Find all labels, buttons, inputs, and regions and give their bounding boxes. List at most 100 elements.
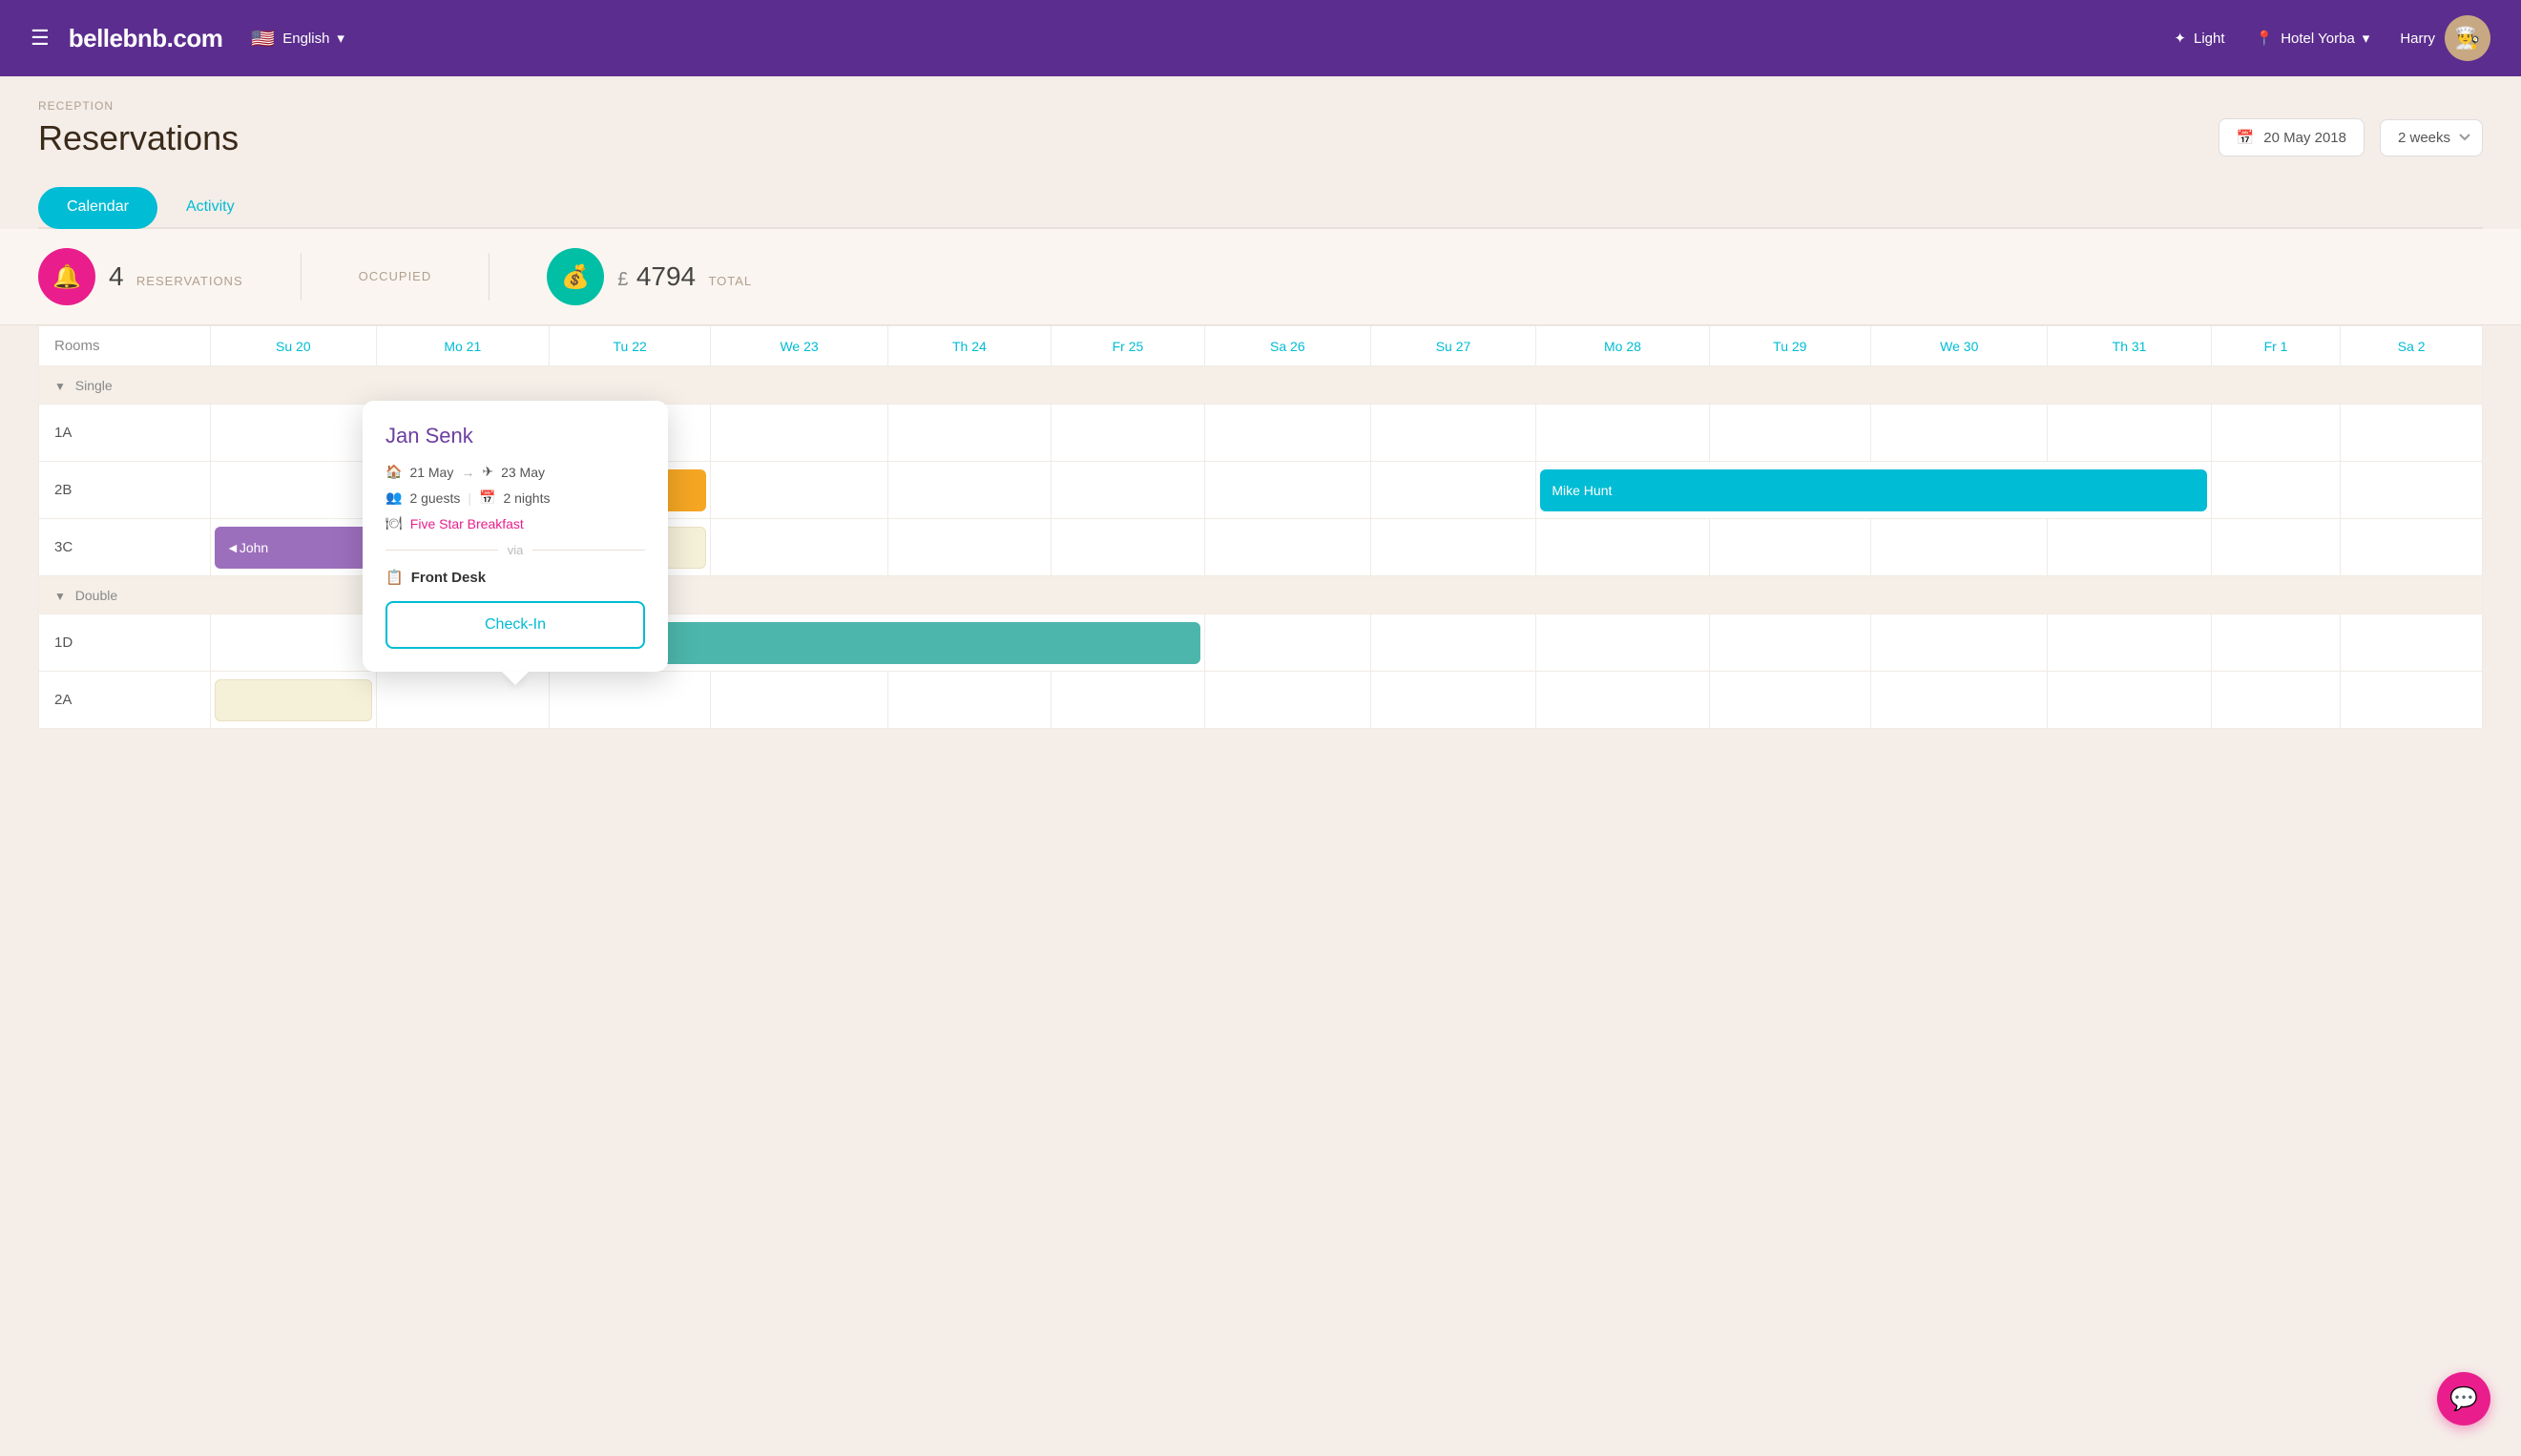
cell-2b-su27[interactable] xyxy=(1370,462,1536,519)
cell-2a-sa26[interactable] xyxy=(1204,672,1370,729)
menu-icon[interactable]: ☰ xyxy=(31,28,50,49)
reservations-icon: 🔔 xyxy=(38,248,95,305)
cell-2a-we30[interactable] xyxy=(1871,672,2048,729)
cell-3c-su27[interactable] xyxy=(1370,519,1536,576)
cell-1a-fr1[interactable] xyxy=(2211,405,2341,462)
day-su27: Su 27 xyxy=(1370,326,1536,366)
cell-2a-th31[interactable] xyxy=(2048,672,2211,729)
cell-2b-su20[interactable] xyxy=(211,462,377,519)
cell-1a-fr25[interactable] xyxy=(1051,405,1204,462)
cell-1a-mo28[interactable] xyxy=(1536,405,1709,462)
cell-1d-we30[interactable] xyxy=(1871,614,2048,672)
guests-icon: 👥 xyxy=(385,489,402,506)
day-tu29: Tu 29 xyxy=(1709,326,1870,366)
light-mode-toggle[interactable]: ✦ Light xyxy=(2174,30,2224,47)
cell-1a-we30[interactable] xyxy=(1871,405,2048,462)
cell-2b-th24[interactable] xyxy=(887,462,1051,519)
popup-dates-row: 🏠 21 May → ✈ 23 May xyxy=(385,464,645,480)
room-label-2a: 2A xyxy=(39,672,211,729)
cell-2b-we23[interactable] xyxy=(711,462,887,519)
popup-guest-name: Jan Senk xyxy=(385,424,645,448)
cell-2a-fr1[interactable] xyxy=(2211,672,2341,729)
light-label: Light xyxy=(2194,31,2225,47)
language-selector[interactable]: 🇺🇸 English ▾ xyxy=(251,27,344,51)
arrow-icon: → xyxy=(461,465,474,480)
nights-icon: 📅 xyxy=(479,489,495,506)
popup-guests-count: 2 guests xyxy=(409,490,460,506)
cell-2b-sa26[interactable] xyxy=(1204,462,1370,519)
cell-2a-su27[interactable] xyxy=(1370,672,1536,729)
popup-guests-row: 👥 2 guests | 📅 2 nights xyxy=(385,489,645,506)
cell-2b-sa2[interactable] xyxy=(2341,462,2483,519)
day-fr1: Fr 1 xyxy=(2211,326,2341,366)
cell-1a-sa26[interactable] xyxy=(1204,405,1370,462)
cell-1d-su27[interactable] xyxy=(1370,614,1536,672)
cell-1a-we23[interactable] xyxy=(711,405,887,462)
flight-icon: ✈ xyxy=(482,464,493,480)
reservations-count: 4 xyxy=(109,261,124,291)
popup-source: 📋 Front Desk xyxy=(385,569,645,586)
room-label-1a: 1A xyxy=(39,405,211,462)
cell-1a-tu29[interactable] xyxy=(1709,405,1870,462)
rooms-column-header: Rooms xyxy=(39,326,211,366)
user-name: Harry xyxy=(2400,31,2435,47)
front-desk-icon: 📋 xyxy=(385,569,404,586)
cell-2b-fr1[interactable] xyxy=(2211,462,2341,519)
cell-1d-th31[interactable] xyxy=(2048,614,2211,672)
cell-1a-th31[interactable] xyxy=(2048,405,2211,462)
cell-1d-su20[interactable] xyxy=(211,614,377,672)
cell-3c-mo28[interactable] xyxy=(1536,519,1709,576)
cell-3c-sa26[interactable] xyxy=(1204,519,1370,576)
via-label: via xyxy=(508,543,524,557)
stats-row: 🔔 4 RESERVATIONS OCCUPIED 💰 £ 4794 xyxy=(0,229,2521,325)
calendar-icon: 📅 xyxy=(2237,129,2255,146)
cell-2a-tu22[interactable] xyxy=(549,672,710,729)
cell-3c-we23[interactable] xyxy=(711,519,887,576)
popup-meal-row: 🍽 Five Star Breakfast xyxy=(385,515,645,531)
cell-1d-tu29[interactable] xyxy=(1709,614,1870,672)
tab-calendar[interactable]: Calendar xyxy=(38,187,157,229)
reservation-2a-continuation[interactable] xyxy=(215,679,372,721)
cell-1d-sa26[interactable] xyxy=(1204,614,1370,672)
chat-fab[interactable]: 💬 xyxy=(2437,1372,2490,1425)
cell-1d-fr1[interactable] xyxy=(2211,614,2341,672)
avatar: 👨‍🍳 xyxy=(2445,15,2490,61)
header: ☰ bellebnb.com 🇺🇸 English ▾ ✦ Light 📍 Ho… xyxy=(0,0,2521,76)
cell-1a-sa2[interactable] xyxy=(2341,405,2483,462)
day-th24: Th 24 xyxy=(887,326,1051,366)
cell-1a-su20[interactable] xyxy=(211,405,377,462)
cell-3c-we30[interactable] xyxy=(1871,519,2048,576)
cell-2b-mike-hunt[interactable]: Mike Hunt xyxy=(1536,462,2211,519)
hotel-selector[interactable]: 📍 Hotel Yorba ▾ xyxy=(2256,30,2370,47)
cell-2a-su20[interactable] xyxy=(211,672,377,729)
cell-2a-sa2[interactable] xyxy=(2341,672,2483,729)
cell-3c-fr25[interactable] xyxy=(1051,519,1204,576)
reservation-mike-hunt[interactable]: Mike Hunt xyxy=(1540,469,2206,511)
cell-2a-tu29[interactable] xyxy=(1709,672,1870,729)
location-icon: 📍 xyxy=(2256,30,2274,47)
cell-2a-th24[interactable] xyxy=(887,672,1051,729)
cell-3c-th31[interactable] xyxy=(2048,519,2211,576)
cell-1a-th24[interactable] xyxy=(887,405,1051,462)
day-tu22: Tu 22 xyxy=(549,326,710,366)
cell-3c-th24[interactable] xyxy=(887,519,1051,576)
cell-2b-fr25[interactable] xyxy=(1051,462,1204,519)
week-selector[interactable]: 1 week 2 weeks 3 weeks 4 weeks xyxy=(2380,119,2483,156)
cell-2a-we23[interactable] xyxy=(711,672,887,729)
cell-2a-mo28[interactable] xyxy=(1536,672,1709,729)
day-mo21: Mo 21 xyxy=(376,326,549,366)
light-icon: ✦ xyxy=(2174,30,2186,47)
cell-1a-su27[interactable] xyxy=(1370,405,1536,462)
cell-2a-fr25[interactable] xyxy=(1051,672,1204,729)
user-menu[interactable]: Harry 👨‍🍳 xyxy=(2400,15,2490,61)
date-picker[interactable]: 📅 20 May 2018 xyxy=(2219,118,2365,156)
checkin-button[interactable]: Check-In xyxy=(385,601,645,649)
tab-activity[interactable]: Activity xyxy=(157,187,263,227)
cell-3c-tu29[interactable] xyxy=(1709,519,1870,576)
cell-3c-sa2[interactable] xyxy=(2341,519,2483,576)
stat-occupied: OCCUPIED xyxy=(359,268,432,285)
cell-3c-fr1[interactable] xyxy=(2211,519,2341,576)
popup-checkout-date: 23 May xyxy=(501,465,545,480)
cell-1d-sa2[interactable] xyxy=(2341,614,2483,672)
cell-1d-mo28[interactable] xyxy=(1536,614,1709,672)
